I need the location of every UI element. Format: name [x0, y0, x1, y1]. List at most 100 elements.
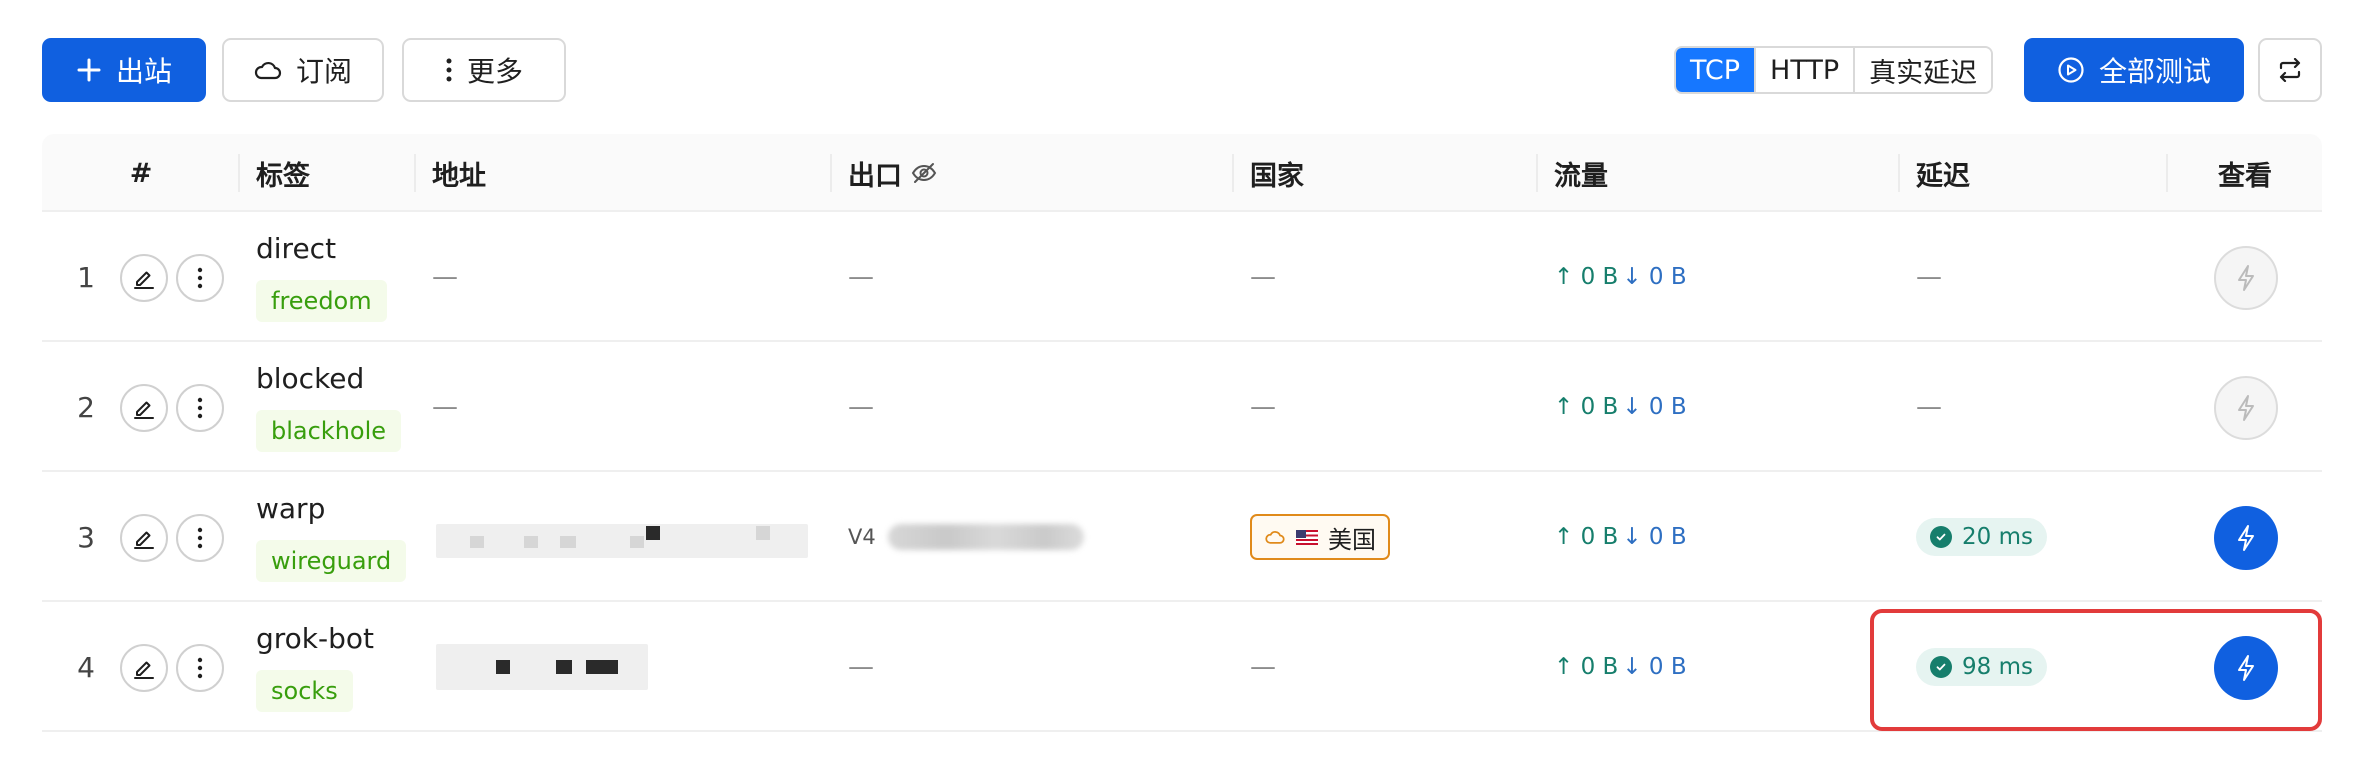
mask-pixel — [556, 660, 572, 674]
address-cell-masked — [432, 602, 812, 732]
mask-pixel — [630, 536, 644, 548]
exit-cell: V4 — [848, 472, 1084, 602]
traffic-down: ↓ 0 B — [1622, 394, 1687, 420]
switch-view-button[interactable] — [2258, 38, 2322, 102]
table-row: 1 direct freedom — — — ↑ 0 B ↓ 0 B — — [42, 212, 2322, 342]
protocol-tag: socks — [256, 670, 353, 712]
subscribe-label: 订阅 — [295, 55, 352, 88]
cloud-icon — [1265, 531, 1285, 544]
mask-pixel — [586, 660, 618, 674]
check-circle-icon — [1930, 526, 1952, 548]
latency-value: 20 ms — [1962, 524, 2033, 550]
edit-button[interactable] — [120, 514, 168, 562]
exit-cell: — — [848, 392, 874, 422]
latency-cell: — — [1916, 392, 1942, 422]
col-divider — [830, 154, 832, 192]
traffic-up: ↑ 0 B — [1554, 654, 1619, 680]
play-circle-icon — [2058, 57, 2084, 83]
col-divider — [2166, 154, 2168, 192]
add-outbound-label: 出站 — [115, 55, 172, 88]
country-name: 美国 — [1328, 525, 1376, 554]
col-address: 地址 — [432, 160, 486, 192]
country-cell: — — [1250, 652, 1276, 682]
mask-pixel — [756, 526, 770, 540]
col-divider — [1232, 154, 1234, 192]
traffic-down: ↓ 0 B — [1622, 264, 1687, 290]
mask-pixel — [470, 536, 484, 548]
test-latency-button[interactable] — [2214, 246, 2278, 310]
edit-icon — [134, 401, 154, 419]
traffic-cell: ↑ 0 B ↓ 0 B — [1554, 472, 1687, 602]
col-exit: 出口 — [848, 134, 938, 212]
traffic-up: ↑ 0 B — [1554, 524, 1619, 550]
row-more-button[interactable] — [176, 644, 224, 692]
blurred-exit-ip — [887, 524, 1084, 550]
ip-version-label: V4 — [848, 525, 876, 549]
test-latency-button[interactable] — [2214, 506, 2278, 570]
col-divider — [414, 154, 416, 192]
col-view: 查看 — [2218, 160, 2272, 192]
latency-cell: 20 ms — [1916, 472, 2047, 602]
row-more-button[interactable] — [176, 254, 224, 302]
more-vertical-icon — [197, 267, 203, 289]
plus-icon — [77, 58, 101, 82]
edit-button[interactable] — [120, 254, 168, 302]
col-index: # — [129, 157, 153, 189]
mode-http[interactable]: HTTP — [1754, 48, 1854, 92]
protocol-tag: freedom — [256, 280, 387, 322]
row-index: 2 — [77, 390, 95, 424]
traffic-down: ↓ 0 B — [1622, 654, 1687, 680]
mode-tcp[interactable]: TCP — [1676, 48, 1755, 92]
row-more-button[interactable] — [176, 514, 224, 562]
lightning-icon — [2238, 395, 2254, 421]
eye-off-icon[interactable] — [910, 161, 938, 185]
swap-icon — [2279, 58, 2301, 82]
protocol-tag: wireguard — [256, 540, 407, 582]
mask-pixel — [646, 526, 660, 540]
outbound-tag: direct — [256, 232, 337, 265]
traffic-cell: ↑ 0 B ↓ 0 B — [1554, 342, 1687, 472]
us-flag-icon — [1296, 529, 1318, 545]
test-all-button[interactable]: 全部测试 — [2024, 38, 2244, 102]
subscribe-button[interactable]: 订阅 — [222, 38, 384, 102]
test-latency-button[interactable] — [2214, 376, 2278, 440]
more-vertical-icon — [197, 397, 203, 419]
masked-address — [436, 524, 808, 558]
row-more-button[interactable] — [176, 384, 224, 432]
toolbar: 出站 订阅 更多 TCP HTTP 真实延迟 全部测试 — [42, 38, 2322, 102]
col-traffic: 流量 — [1554, 160, 1608, 192]
edit-button[interactable] — [120, 644, 168, 692]
row-index: 4 — [77, 650, 95, 684]
lightning-icon — [2238, 265, 2254, 291]
col-latency: 延迟 — [1916, 160, 1970, 192]
edit-icon — [134, 661, 154, 679]
outbound-tag: warp — [256, 492, 326, 525]
more-label: 更多 — [466, 55, 523, 88]
traffic-down: ↓ 0 B — [1622, 524, 1687, 550]
traffic-cell: ↑ 0 B ↓ 0 B — [1554, 602, 1687, 732]
table-row: 2 blocked blackhole — — — ↑ 0 B ↓ 0 B — — [42, 342, 2322, 472]
edit-icon — [134, 531, 154, 549]
col-divider — [1536, 154, 1538, 192]
mask-pixel — [496, 660, 510, 674]
traffic-up: ↑ 0 B — [1554, 264, 1619, 290]
more-vertical-icon — [197, 527, 203, 549]
test-all-label: 全部测试 — [2098, 55, 2211, 88]
mask-pixel — [560, 536, 576, 548]
lightning-icon — [2238, 525, 2254, 551]
row-index: 3 — [77, 520, 95, 554]
more-vertical-icon — [446, 58, 452, 82]
mask-pixel — [524, 536, 538, 548]
latency-cell: — — [1916, 262, 1942, 292]
country-cell: — — [1250, 392, 1276, 422]
exit-cell: — — [848, 262, 874, 292]
add-outbound-button[interactable]: 出站 — [42, 38, 206, 102]
more-button[interactable]: 更多 — [402, 38, 566, 102]
country-cell: 美国 — [1250, 472, 1390, 602]
mode-real-latency[interactable]: 真实延迟 — [1853, 48, 1992, 92]
edit-button[interactable] — [120, 384, 168, 432]
col-country: 国家 — [1250, 160, 1304, 192]
row-index: 1 — [77, 260, 95, 294]
cloud-icon — [254, 61, 282, 80]
address-cell: — — [432, 262, 458, 292]
